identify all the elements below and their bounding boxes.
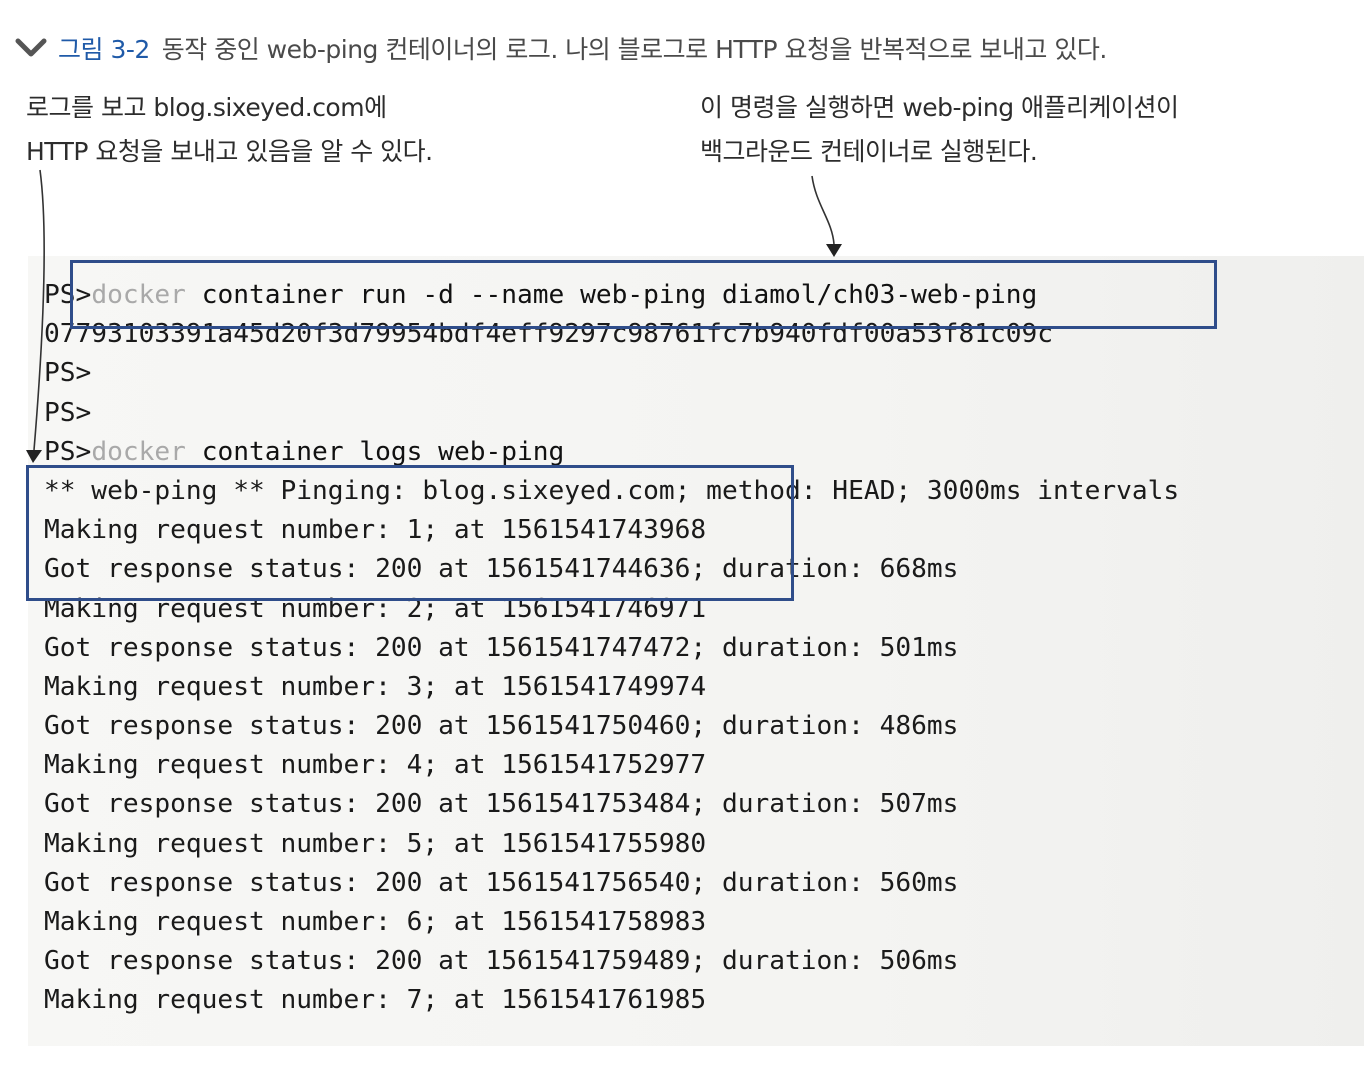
callout-line-run-command [811,175,835,245]
callout-line-logs [33,169,46,451]
callout-leader-lines [26,169,842,463]
arrow-head-icon [826,244,842,257]
arrow-head-icon [26,450,42,463]
